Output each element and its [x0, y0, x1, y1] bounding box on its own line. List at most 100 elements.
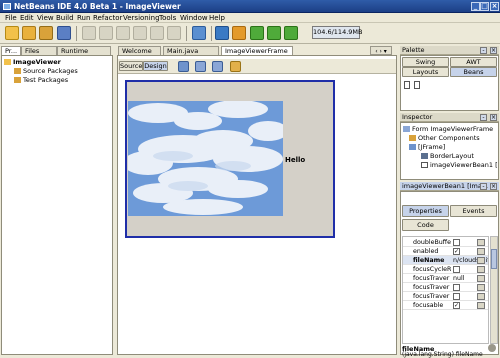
property-row-selected[interactable]: fileName n/clouds.gif [403, 256, 488, 265]
toolbar-separator [211, 26, 212, 41]
design-view-button[interactable]: Design [143, 61, 168, 71]
preview-icon[interactable] [230, 61, 241, 72]
build-main-icon[interactable] [192, 26, 206, 40]
inspector-item-imageviewerbean[interactable]: imageViewerBean1 [Im [421, 161, 498, 169]
clean-build-icon[interactable] [215, 26, 229, 40]
test-form-icon[interactable] [212, 61, 223, 72]
custom-editor-button[interactable] [477, 302, 485, 309]
cut-icon[interactable] [82, 26, 96, 40]
inspector-item-other-components[interactable]: Other Components [409, 134, 480, 142]
bean-component-icon[interactable] [404, 81, 410, 89]
custom-editor-button[interactable] [477, 284, 485, 291]
minimize-button[interactable]: _ [471, 2, 480, 11]
project-icon [4, 59, 11, 65]
save-all-icon[interactable] [57, 26, 71, 40]
help-icon[interactable] [488, 344, 496, 352]
menu-file[interactable]: File [3, 13, 19, 23]
palette-swing-button[interactable]: Swing [402, 57, 449, 67]
selection-mode-icon[interactable] [178, 61, 189, 72]
tab-projects[interactable]: Pr... [1, 46, 21, 55]
palette-layouts-button[interactable]: Layouts [402, 67, 449, 77]
menu-help[interactable]: Help [207, 13, 227, 23]
scrollbar-thumb[interactable] [491, 249, 497, 269]
property-checkbox[interactable] [453, 293, 460, 300]
undo-icon[interactable] [133, 26, 147, 40]
palette-awt-button[interactable]: AWT [450, 57, 497, 67]
properties-tab[interactable]: Properties [402, 205, 449, 217]
code-tab[interactable]: Code [402, 219, 449, 231]
property-checkbox[interactable] [453, 266, 460, 273]
menu-build[interactable]: Build [54, 13, 76, 23]
custom-editor-button[interactable] [477, 248, 485, 255]
custom-editor-button[interactable] [477, 239, 485, 246]
menu-run[interactable]: Run [75, 13, 92, 23]
menu-edit[interactable]: Edit [18, 13, 36, 23]
property-checkbox[interactable] [453, 239, 460, 246]
property-row[interactable]: doubleBuffer [403, 238, 488, 247]
open-project-icon[interactable] [22, 26, 36, 40]
events-tab[interactable]: Events [450, 205, 497, 217]
palette-beans-button[interactable]: Beans [450, 67, 497, 77]
redo-icon[interactable] [150, 26, 164, 40]
menu-versioning[interactable]: Versioning [121, 13, 162, 23]
menu-refactor[interactable]: Refactor [91, 13, 124, 23]
bean-icon [421, 162, 428, 168]
paste-icon[interactable] [116, 26, 130, 40]
minimize-icon[interactable]: - [480, 47, 487, 54]
property-row[interactable]: focusable ✓ [403, 301, 488, 310]
custom-editor-button[interactable] [477, 293, 485, 300]
tab-runtime[interactable]: Runtime [57, 46, 111, 55]
property-row[interactable]: enabled ✓ [403, 247, 488, 256]
inspector-item-borderlayout[interactable]: BorderLayout [421, 152, 474, 160]
source-view-button[interactable]: Source [119, 61, 143, 71]
close-icon[interactable]: × [490, 114, 497, 121]
property-row[interactable]: focusTraver [403, 283, 488, 292]
tree-item-source-packages[interactable]: Source Packages [14, 67, 78, 75]
tab-welcome[interactable]: Welcome [118, 46, 161, 55]
maximize-button[interactable]: □ [480, 2, 489, 11]
tab-files[interactable]: Files [21, 46, 57, 55]
inspector-item-jframe[interactable]: [JFrame] [409, 143, 445, 151]
run-file-icon[interactable] [284, 26, 298, 40]
custom-editor-button[interactable] [477, 266, 485, 273]
close-icon[interactable]: × [490, 183, 497, 190]
connection-mode-icon[interactable] [195, 61, 206, 72]
memory-indicator[interactable]: 104.6/114.9MB [312, 26, 362, 39]
tab-scroll-icon[interactable]: ‹ › ▾ [370, 46, 392, 55]
property-scrollbar[interactable] [490, 236, 498, 344]
window-title: NetBeans IDE 4.0 Beta 1 - ImageViewer [14, 2, 181, 11]
new-file-icon[interactable] [39, 26, 53, 40]
new-project-icon[interactable] [5, 26, 19, 40]
tree-item-test-packages[interactable]: Test Packages [14, 76, 68, 84]
menu-view[interactable]: View [35, 13, 56, 23]
bean-component-icon[interactable] [414, 81, 420, 89]
copy-icon[interactable] [99, 26, 113, 40]
minimize-icon[interactable]: - [480, 114, 487, 121]
tab-main-java[interactable]: Main.java [163, 46, 219, 55]
compile-icon[interactable] [232, 26, 246, 40]
custom-editor-button[interactable] [477, 275, 485, 282]
property-checkbox-checked[interactable]: ✓ [453, 248, 460, 255]
minimize-icon[interactable]: - [480, 183, 487, 190]
custom-editor-button[interactable] [477, 257, 485, 264]
property-row[interactable]: focusTraver [403, 292, 488, 301]
inspector-item-form[interactable]: Form ImageViewerFrame [403, 125, 493, 133]
property-checkbox-checked[interactable]: ✓ [453, 302, 460, 309]
property-checkbox[interactable] [453, 284, 460, 291]
close-icon[interactable]: × [490, 47, 497, 54]
menu-window[interactable]: Window [178, 13, 210, 23]
debug-main-icon[interactable] [267, 26, 281, 40]
hello-label[interactable]: Hello [285, 156, 305, 164]
tab-imageviewerframe[interactable]: ImageViewerFrame * [221, 46, 293, 64]
property-row[interactable]: focusCycleR [403, 265, 488, 274]
properties-title: imageViewerBean1 [Ima... [402, 182, 489, 190]
layout-icon [421, 153, 428, 159]
close-button[interactable]: × [490, 2, 499, 11]
clouds-image-bean[interactable] [128, 101, 283, 216]
find-icon[interactable] [167, 26, 181, 40]
run-main-icon[interactable] [250, 26, 264, 40]
inspector-title: Inspector [402, 113, 433, 121]
menu-tools[interactable]: Tools [157, 13, 178, 23]
tree-item-imageviewer[interactable]: ImageViewer [4, 58, 61, 66]
property-row[interactable]: focusTraver null [403, 274, 488, 283]
